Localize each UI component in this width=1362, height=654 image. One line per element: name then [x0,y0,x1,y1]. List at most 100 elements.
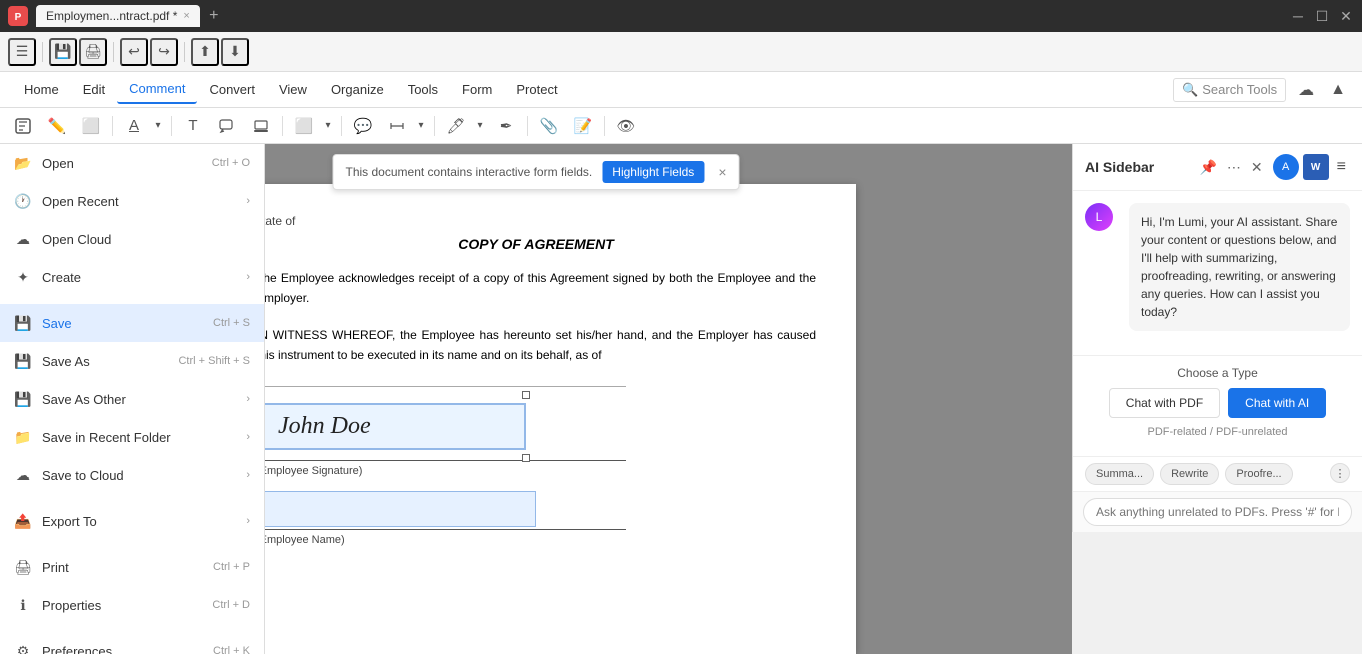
print-icon: 🖨 [14,558,32,576]
sep7 [604,116,605,136]
minimize-btn[interactable]: ─ [1290,8,1306,24]
callout-btn[interactable] [212,112,242,140]
save-as-other-label: Save As Other [42,392,126,407]
suggest-more-btn[interactable]: ⋮ [1330,463,1350,483]
bubble-btn[interactable]: 💬 [348,112,378,140]
close-btn[interactable]: ✕ [1338,8,1354,24]
lumi-avatar: L [1085,203,1113,231]
undo-btn[interactable]: ↩ [120,38,148,66]
suggest-rewrite-btn[interactable]: Rewrite [1160,463,1219,485]
ai-close-btn[interactable]: ✕ [1249,157,1265,178]
draw-btn[interactable]: ✒ [491,112,521,140]
ai-lumi-message: L Hi, I'm Lumi, your AI assistant. Share… [1085,203,1350,331]
eraser-tool-btn[interactable]: ⬜ [76,112,106,140]
save-label: Save [42,316,72,331]
attach-btn[interactable]: 📎 [534,112,564,140]
underline-btn[interactable]: A [119,112,149,140]
menu-form[interactable]: Form [450,76,504,103]
suggest-summarize-btn[interactable]: Summa... [1085,463,1154,485]
maximize-btn[interactable]: ☐ [1314,8,1330,24]
menu-item-open-recent[interactable]: 🕐 Open Recent › [0,182,264,220]
app-icon: P [8,6,28,26]
select-tool-btn[interactable] [8,112,38,140]
collapse-btn[interactable]: ▲ [1326,77,1350,103]
menu-item-create[interactable]: ✦ Create › [0,258,264,296]
menu-edit[interactable]: Edit [71,76,117,103]
open-recent-label: Open Recent [42,194,119,209]
chat-ai-btn[interactable]: Chat with AI [1228,388,1326,418]
search-tools-btn[interactable]: 🔍 Search Tools [1173,78,1286,102]
sticky-btn[interactable]: 📝 [568,112,598,140]
text-btn[interactable]: T [178,112,208,140]
stamp2-arrow[interactable]: ▾ [473,112,487,140]
measure-btn[interactable] [382,112,412,140]
rect-btn[interactable]: ⬜ [289,112,319,140]
redo-btn[interactable]: ↪ [150,38,178,66]
underline-arrow[interactable]: ▾ [151,112,165,140]
menu-protect[interactable]: Protect [504,76,569,103]
resize-handle-tr[interactable] [522,391,530,399]
word-avatar: W [1303,154,1329,180]
notif-close-btn[interactable]: × [718,164,726,180]
menubar: Home Edit Comment Convert View Organize … [0,72,1362,108]
search-tools-label: Search Tools [1202,82,1277,97]
settings-icon[interactable]: ≡ [1333,154,1350,180]
menu-item-preferences[interactable]: ⚙ Preferences Ctrl + K [0,632,264,654]
active-tab[interactable]: Employmen...ntract.pdf * × [36,5,200,27]
employee-name-label: (Employee Name) [256,534,816,546]
open-label: Open [42,156,74,171]
menu-item-properties[interactable]: ℹ Properties Ctrl + D [0,586,264,624]
menu-comment[interactable]: Comment [117,75,197,104]
measure-arrow[interactable]: ▾ [414,112,428,140]
suggest-proofread-btn[interactable]: Proofre... [1225,463,1292,485]
save-btn[interactable]: 💾 [49,38,77,66]
highlight-fields-btn[interactable]: Highlight Fields [602,161,704,183]
menu-view[interactable]: View [267,76,319,103]
menu-organize[interactable]: Organize [319,76,396,103]
print-btn[interactable]: 🖨 [79,38,107,66]
ai-bubble: Hi, I'm Lumi, your AI assistant. Share y… [1129,203,1350,331]
ai-sidebar-title: AI Sidebar [1085,159,1197,175]
employee-name-field[interactable] [256,491,536,527]
rect-arrow[interactable]: ▾ [321,112,335,140]
create-label: Create [42,270,81,285]
menu-item-save-as-other[interactable]: 💾 Save As Other › [0,380,264,418]
menu-item-print[interactable]: 🖨 Print Ctrl + P [0,548,264,586]
download-btn[interactable]: ⬇ [221,38,249,66]
ai-pin-btn[interactable]: 📌 [1197,157,1218,178]
sep6 [527,116,528,136]
menu-item-open[interactable]: 📂 Open Ctrl + O [0,144,264,182]
ai-sidebar: AI Sidebar 📌 ⋯ ✕ A W ≡ L Hi, I'm Lumi, y… [1072,144,1362,532]
stamp2-btn[interactable]: 🖊 [441,112,471,140]
pen-tool-btn[interactable]: ✏️ [42,112,72,140]
menu-item-save-recent[interactable]: 📁 Save in Recent Folder › [0,418,264,456]
chat-pdf-btn[interactable]: Chat with PDF [1109,388,1220,418]
cloud-btn[interactable]: ☁ [1294,76,1318,104]
menu-item-open-cloud[interactable]: ☁ Open Cloud [0,220,264,258]
menu-item-save-as[interactable]: 💾 Save As Ctrl + Shift + S [0,342,264,380]
eye-btn[interactable]: 👁 [611,112,641,140]
open-cloud-label: Open Cloud [42,232,111,247]
menu-item-save-cloud[interactable]: ☁ Save to Cloud › [0,456,264,494]
save-cloud-arrow: › [246,469,250,481]
ai-header-icons: 📌 ⋯ ✕ [1197,157,1264,178]
menu-home[interactable]: Home [12,76,71,103]
ai-message-area: L Hi, I'm Lumi, your AI assistant. Share… [1073,191,1362,355]
hamburger-menu-btn[interactable]: ☰ [8,38,36,66]
upload-btn[interactable]: ⬆ [191,38,219,66]
ai-input-field[interactable] [1083,498,1352,526]
resize-handle-br[interactable] [522,454,530,462]
signature-image[interactable]: John Doe [256,403,526,450]
tab-close-btn[interactable]: × [183,10,189,22]
menu-item-export[interactable]: 📤 Export To › [0,502,264,540]
new-tab-btn[interactable]: + [202,4,226,28]
preferences-shortcut: Ctrl + K [213,645,250,654]
user-avatar: A [1273,154,1299,180]
ai-more-btn[interactable]: ⋯ [1225,157,1243,178]
menu-item-save[interactable]: 💾 Save Ctrl + S [0,304,264,342]
menu-convert[interactable]: Convert [197,76,267,103]
stamp-btn[interactable] [246,112,276,140]
menu-tools[interactable]: Tools [396,76,450,103]
separator3 [184,42,185,62]
properties-shortcut: Ctrl + D [212,599,250,611]
